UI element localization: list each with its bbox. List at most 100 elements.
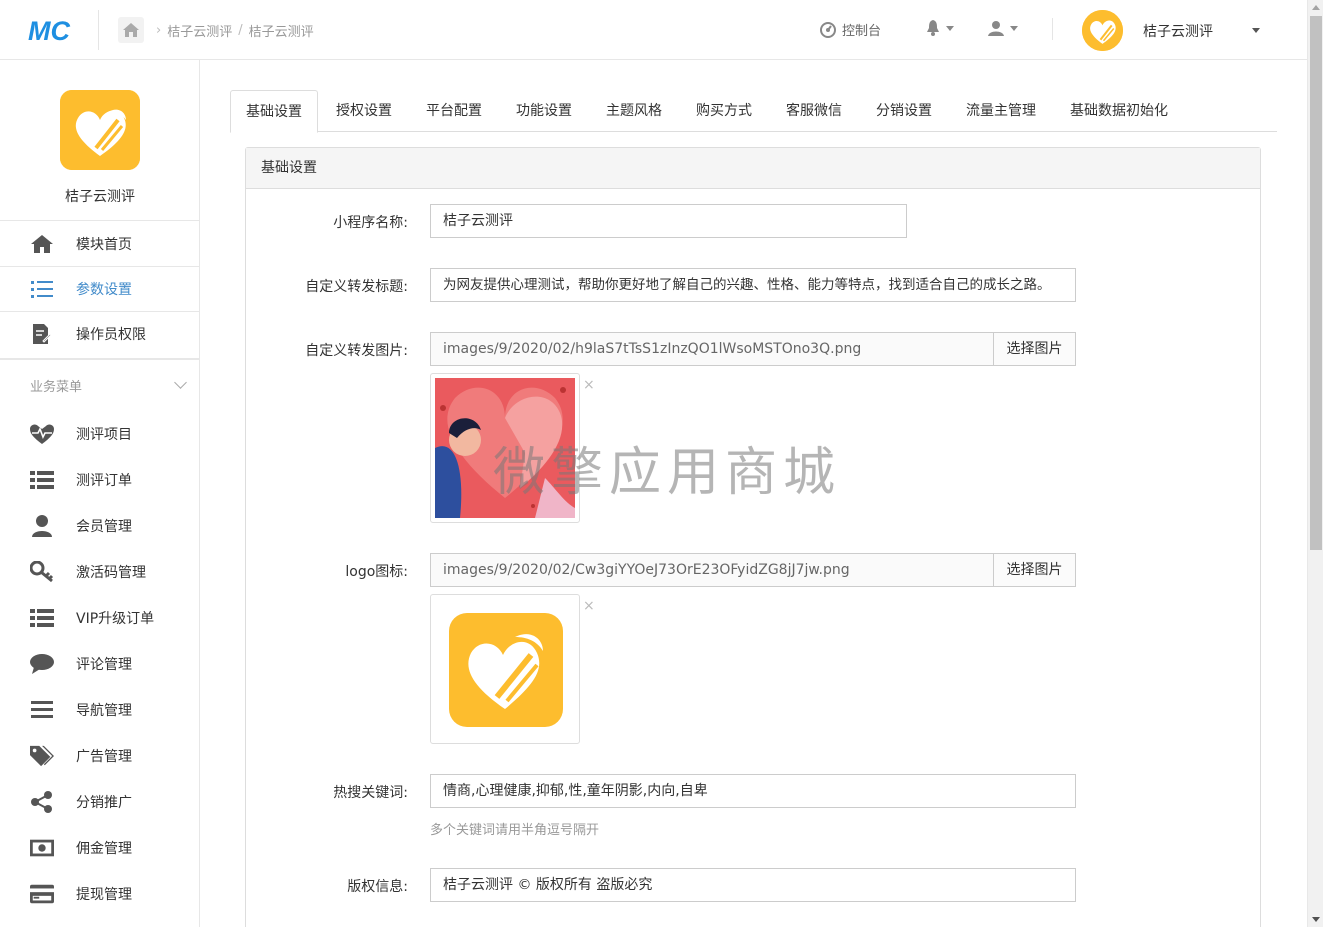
caret-down-icon — [1010, 25, 1018, 31]
sidebar-item-label: 评论管理 — [76, 656, 132, 673]
sidebar-item-label: 模块首页 — [76, 236, 132, 253]
scroll-up-arrow-icon[interactable] — [1312, 5, 1320, 10]
tab-data-initialization[interactable]: 基础数据初始化 — [1058, 90, 1180, 132]
sidebar-item-assessment-projects[interactable]: 测评项目 — [0, 411, 200, 456]
breadcrumb-item[interactable]: 桔子云测评 — [167, 21, 232, 40]
breadcrumb-item[interactable]: 桔子云测评 — [249, 21, 314, 40]
share-image-path-field[interactable]: images/9/2020/02/h9laS7tTsS1zInzQO1lWsoM… — [430, 332, 994, 366]
header-divider — [98, 10, 99, 50]
dashboard-icon — [820, 21, 836, 38]
tab-authorization[interactable]: 授权设置 — [322, 90, 406, 132]
divider — [0, 358, 200, 360]
caret-down-icon — [946, 25, 954, 31]
sidebar-item-ads[interactable]: 广告管理 — [0, 733, 200, 778]
user-icon — [988, 21, 1004, 36]
tab-purchase-method[interactable]: 购买方式 — [682, 90, 766, 132]
panel-heading: 基础设置 — [246, 148, 1260, 189]
account-avatar[interactable] — [1082, 10, 1123, 51]
caret-down-icon[interactable] — [1252, 28, 1260, 33]
sidebar-item-comments[interactable]: 评论管理 — [0, 641, 200, 686]
tab-support-wechat[interactable]: 客服微信 — [772, 90, 856, 132]
key-icon — [30, 560, 54, 584]
logo-path-field[interactable]: images/9/2020/02/Cw3giYYOeJ73OrE23OFyidZ… — [430, 553, 994, 587]
settings-tabs: 基础设置 授权设置 平台配置 功能设置 主题风格 购买方式 客服微信 分销设置 … — [230, 90, 1277, 133]
notifications-dropdown[interactable] — [926, 20, 954, 36]
chevron-right-icon: › — [156, 23, 162, 38]
tab-basic-settings[interactable]: 基础设置 — [230, 90, 318, 133]
breadcrumb-separator: / — [238, 23, 243, 38]
sidebar: 桔子云测评 模块首页 参数设置 操作员权限 业务菜单 测评项目 测评订单 会员管… — [0, 60, 200, 927]
comment-icon — [30, 652, 54, 676]
menu-icon — [30, 698, 54, 722]
sidebar-item-home[interactable]: 模块首页 — [0, 221, 200, 266]
console-link[interactable]: 控制台 — [820, 20, 881, 39]
tab-traffic-owner[interactable]: 流量主管理 — [954, 90, 1048, 132]
sidebar-item-label: 操作员权限 — [76, 326, 146, 343]
chevron-down-icon[interactable] — [174, 376, 187, 389]
sidebar-item-vip-orders[interactable]: VIP升级订单 — [0, 595, 200, 640]
sidebar-item-assessment-orders[interactable]: 测评订单 — [0, 457, 200, 502]
credit-card-icon — [30, 882, 54, 906]
sidebar-item-activation-codes[interactable]: 激活码管理 — [0, 549, 200, 594]
hot-keywords-help: 多个关键词请用半角逗号隔开 — [430, 823, 600, 838]
share-icon — [30, 790, 54, 814]
copyright-label: 版权信息: — [347, 879, 408, 895]
list-icon — [30, 277, 54, 301]
svg-text:MC: MC — [28, 16, 70, 44]
user-menu-dropdown[interactable] — [988, 20, 1018, 36]
sidebar-item-label: 导航管理 — [76, 702, 132, 719]
brand-logo[interactable]: MC — [28, 16, 78, 46]
sidebar-item-label: 测评订单 — [76, 472, 132, 489]
sidebar-item-members[interactable]: 会员管理 — [0, 503, 200, 548]
sidebar-item-navigation[interactable]: 导航管理 — [0, 687, 200, 732]
hot-keywords-label: 热搜关键词: — [333, 785, 408, 801]
share-title-field[interactable]: 为网友提供心理测试，帮助你更好地了解自己的兴趣、性格、能力等特点，找到适合自己的… — [430, 268, 1076, 302]
copyright-field[interactable]: 桔子云测评 © 版权所有 盗版必究 — [430, 868, 1076, 902]
remove-logo-icon[interactable]: × — [583, 599, 595, 613]
money-icon — [30, 836, 54, 860]
sidebar-item-label: 激活码管理 — [76, 564, 146, 581]
user-icon — [30, 514, 54, 538]
scrollbar-thumb[interactable] — [1310, 16, 1322, 550]
sidebar-item-label: 测评项目 — [76, 426, 132, 443]
list-bullets-icon — [30, 606, 54, 630]
remove-share-image-icon[interactable]: × — [583, 378, 595, 392]
app-logo — [60, 90, 140, 170]
watermark: 微擎应用商城 — [493, 443, 842, 503]
sidebar-item-label: 参数设置 — [76, 281, 132, 298]
sidebar-section-title: 业务菜单 — [30, 380, 83, 395]
sidebar-item-label: 广告管理 — [76, 748, 132, 765]
share-title-label: 自定义转发标题: — [305, 279, 408, 295]
page-scrollbar[interactable] — [1307, 0, 1323, 927]
tab-platform-config[interactable]: 平台配置 — [412, 90, 496, 132]
breadcrumb: › 桔子云测评 / 桔子云测评 — [156, 21, 314, 40]
sidebar-item-operator-permissions[interactable]: 操作员权限 — [0, 311, 200, 356]
sidebar-item-label: 分销推广 — [76, 794, 132, 811]
top-header: MC › 桔子云测评 / 桔子云测评 控制台 桔子云测评 — [0, 0, 1307, 60]
sidebar-item-distribution[interactable]: 分销推广 — [0, 779, 200, 824]
sidebar-item-withdrawals[interactable]: 提现管理 — [0, 871, 200, 916]
app-name-label: 小程序名称: — [333, 215, 408, 231]
tab-feature-settings[interactable]: 功能设置 — [502, 90, 586, 132]
sidebar-item-label: 佣金管理 — [76, 840, 132, 857]
tab-distribution-settings[interactable]: 分销设置 — [862, 90, 946, 132]
console-label: 控制台 — [842, 24, 882, 39]
sidebar-item-settings[interactable]: 参数设置 — [0, 266, 200, 311]
app-name-field[interactable]: 桔子云测评 — [430, 204, 907, 238]
edit-doc-icon — [30, 322, 54, 346]
sidebar-item-label: 会员管理 — [76, 518, 132, 535]
home-icon[interactable] — [118, 17, 144, 43]
account-name[interactable]: 桔子云测评 — [1143, 21, 1213, 41]
list-bullets-icon — [30, 468, 54, 492]
sidebar-item-label: VIP升级订单 — [76, 610, 155, 627]
app-name: 桔子云测评 — [65, 189, 135, 205]
select-logo-button[interactable]: 选择图片 — [993, 553, 1076, 587]
scroll-down-arrow-icon[interactable] — [1312, 917, 1320, 922]
sidebar-item-commission[interactable]: 佣金管理 — [0, 825, 200, 870]
hot-keywords-field[interactable]: 情商,心理健康,抑郁,性,童年阴影,内向,自卑 — [430, 774, 1076, 808]
home-icon — [30, 232, 54, 256]
header-divider — [1052, 18, 1053, 40]
tab-theme-style[interactable]: 主题风格 — [592, 90, 676, 132]
logo-preview — [430, 594, 580, 744]
select-share-image-button[interactable]: 选择图片 — [993, 332, 1076, 366]
